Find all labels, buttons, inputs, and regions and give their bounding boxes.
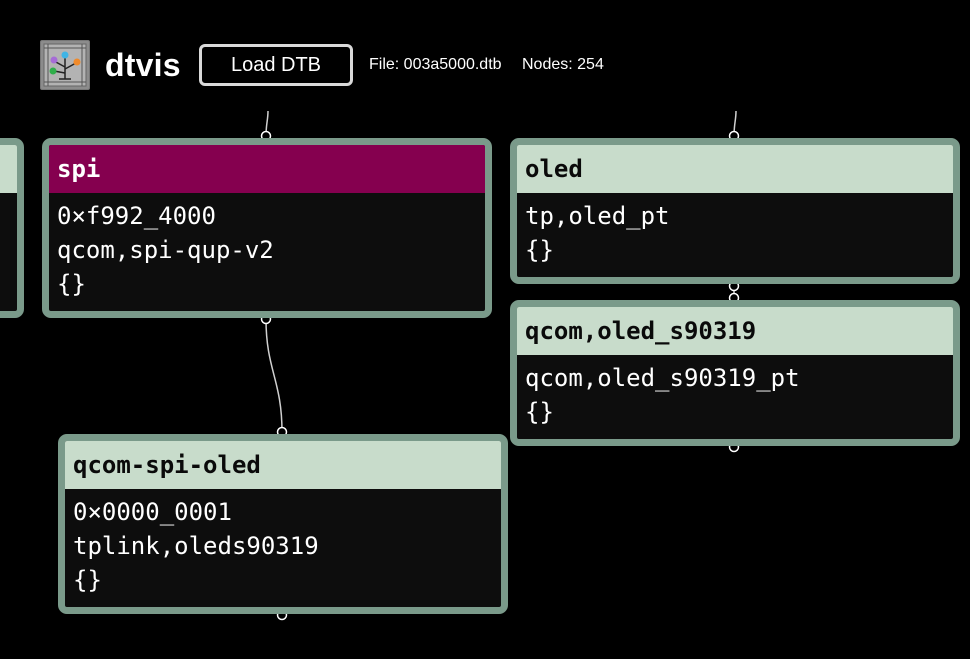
- node-title: qcom-spi-oled: [65, 441, 501, 489]
- graph-node-spi[interactable]: spi 0×f992_4000 qcom,spi-qup-v2 {}: [42, 138, 492, 318]
- graph-node-qcom-spi-oled[interactable]: qcom-spi-oled 0×0000_0001 tplink,oleds90…: [58, 434, 508, 614]
- node-prop-extra: {}: [73, 566, 102, 594]
- graph-node-partial[interactable]: [0, 138, 24, 318]
- node-prop-compatible: tp,oled_pt: [525, 202, 670, 230]
- node-prop-reg: 0×0000_0001: [73, 498, 232, 526]
- node-prop-extra: {}: [525, 236, 554, 264]
- node-prop-extra: {}: [525, 398, 554, 426]
- graph-node-oled[interactable]: oled tp,oled_pt {}: [510, 138, 960, 284]
- edge-spi-qcom-spi-oled: [265, 318, 283, 433]
- node-prop-compatible: qcom,oled_s90319_pt: [525, 364, 800, 392]
- node-title: spi: [49, 145, 485, 193]
- node-prop-reg: 0×f992_4000: [57, 202, 216, 230]
- node-prop-compatible: qcom,spi-qup-v2: [57, 236, 274, 264]
- graph-node-qcom-oled-s90319[interactable]: qcom,oled_s90319 qcom,oled_s90319_pt {}: [510, 300, 960, 446]
- node-header: [0, 145, 17, 193]
- node-title: oled: [517, 145, 953, 193]
- node-prop-extra: {}: [57, 270, 86, 298]
- node-prop-compatible: tplink,oleds90319: [73, 532, 319, 560]
- node-title: qcom,oled_s90319: [517, 307, 953, 355]
